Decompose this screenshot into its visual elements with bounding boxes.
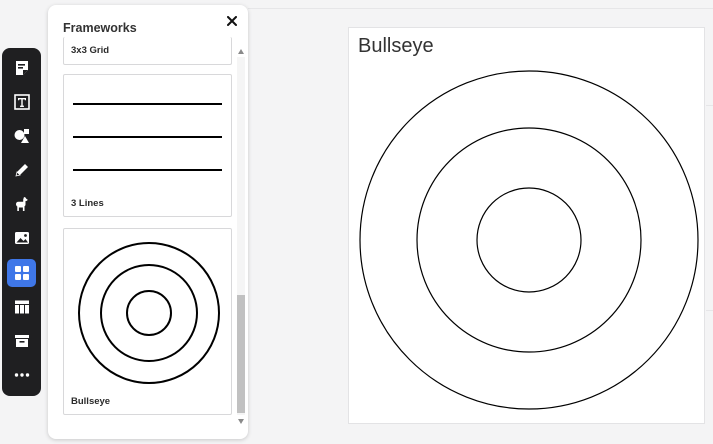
- three-lines-thumbnail: [73, 103, 222, 171]
- panel-title: Frameworks: [63, 21, 137, 35]
- triangle-up-icon: [238, 48, 244, 54]
- framework-card-3x3-grid[interactable]: 3x3 Grid: [63, 37, 232, 65]
- more-tool[interactable]: [7, 361, 36, 389]
- close-button[interactable]: [224, 13, 240, 29]
- frameworks-panel: Frameworks 3x3 Grid 3 Lines Bullseye: [48, 5, 248, 439]
- archive-icon: [14, 335, 29, 347]
- framework-card-3-lines[interactable]: 3 Lines: [63, 74, 232, 217]
- triangle-down-icon: [238, 418, 244, 424]
- card-label: 3 Lines: [71, 198, 104, 209]
- llama-icon: [15, 197, 27, 211]
- bullseye-thumbnail: [78, 242, 220, 384]
- frameworks-tool[interactable]: [7, 259, 36, 287]
- card-label: Bullseye: [71, 396, 111, 407]
- framework-card-bullseye[interactable]: Bullseye: [63, 228, 232, 415]
- archive-tool[interactable]: [7, 327, 36, 355]
- bullseye-rings: [359, 70, 699, 410]
- more-icon: [14, 373, 29, 377]
- pencil-tool[interactable]: [7, 156, 36, 184]
- canvas-gridline: [248, 8, 713, 9]
- shapes-tool[interactable]: [7, 122, 36, 150]
- shapes-icon: [14, 129, 29, 143]
- scroll-up-arrow[interactable]: [235, 45, 247, 57]
- scroll-thumb[interactable]: [237, 295, 245, 413]
- image-icon: [14, 232, 29, 244]
- text-tool[interactable]: [7, 88, 36, 116]
- board-title: Bullseye: [358, 35, 434, 57]
- card-label: 3x3 Grid: [71, 45, 110, 56]
- sticky-note-tool[interactable]: [7, 54, 36, 82]
- pencil-icon: [14, 164, 28, 177]
- sticky-note-icon: [15, 61, 28, 75]
- table-tool[interactable]: [7, 293, 36, 321]
- canvas-gridline: [706, 310, 713, 311]
- table-icon: [14, 300, 29, 314]
- canvas-gridline: [706, 105, 713, 106]
- close-icon: [227, 16, 237, 26]
- frameworks-icon: [14, 266, 29, 280]
- panel-scrollbar[interactable]: [235, 45, 247, 427]
- text-icon: [13, 94, 30, 110]
- image-tool[interactable]: [7, 224, 36, 252]
- llama-tool[interactable]: [7, 190, 36, 218]
- scroll-down-arrow[interactable]: [235, 415, 247, 427]
- left-toolbar: [2, 48, 41, 396]
- bullseye-board[interactable]: Bullseye: [348, 27, 705, 424]
